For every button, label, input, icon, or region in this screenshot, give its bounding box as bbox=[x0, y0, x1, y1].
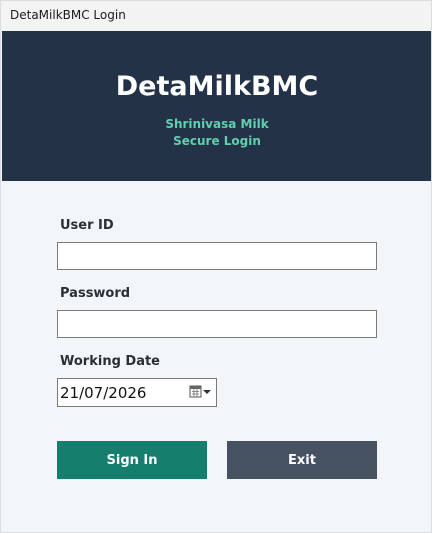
calendar-dropdown-icon[interactable] bbox=[189, 384, 213, 402]
exit-button[interactable]: Exit bbox=[227, 441, 377, 479]
login-window: DetaMilkBMC Login DetaMilkBMC Shrinivasa… bbox=[0, 0, 432, 533]
user-id-label: User ID bbox=[60, 218, 114, 233]
password-label: Password bbox=[60, 286, 131, 301]
user-id-input[interactable] bbox=[57, 242, 377, 270]
working-date-picker[interactable]: 21/07/2026 bbox=[57, 378, 217, 407]
sign-in-button[interactable]: Sign In bbox=[57, 441, 207, 479]
working-date-label: Working Date bbox=[60, 354, 161, 369]
password-input[interactable] bbox=[57, 310, 377, 338]
working-date-value[interactable]: 21/07/2026 bbox=[60, 384, 146, 402]
title-bar[interactable]: DetaMilkBMC Login bbox=[1, 1, 431, 32]
window-title: DetaMilkBMC Login bbox=[10, 8, 126, 22]
app-title: DetaMilkBMC bbox=[115, 71, 319, 102]
company-name: Shrinivasa Milk bbox=[165, 117, 269, 131]
login-tagline: Secure Login bbox=[173, 134, 261, 148]
header-banner: DetaMilkBMC Shrinivasa Milk Secure Login bbox=[2, 31, 431, 181]
